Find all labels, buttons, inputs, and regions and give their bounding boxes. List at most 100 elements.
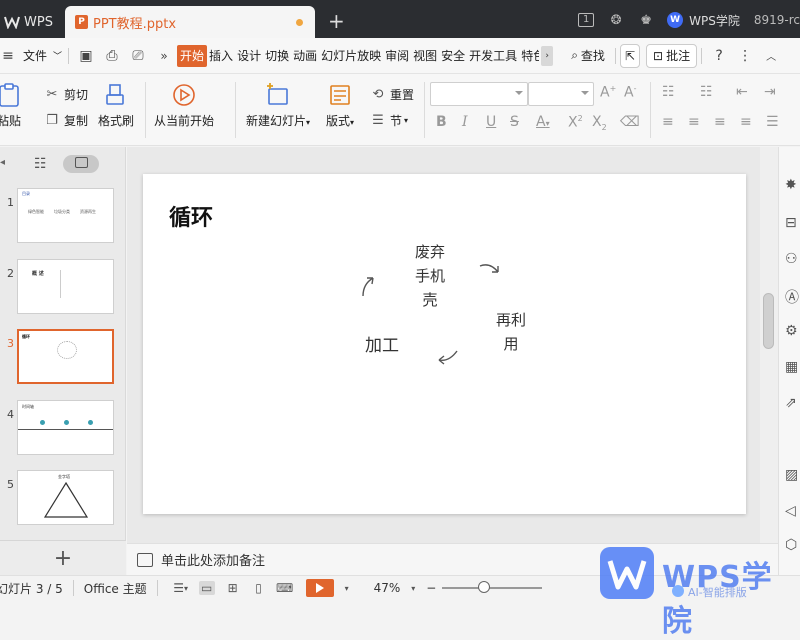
underline-icon[interactable]: U	[486, 114, 496, 130]
zoom-out-icon[interactable]: −	[426, 581, 436, 595]
bold-icon[interactable]: B	[436, 114, 447, 130]
tab-featured[interactable]: 特色	[519, 45, 539, 67]
slide-thumbnail[interactable]: 目录 绿色智能 垃圾分类 资源再生	[17, 188, 114, 243]
document-tab[interactable]: P PPT教程.pptx	[65, 6, 315, 38]
search-button[interactable]: ⌕ 查找	[565, 44, 611, 68]
tab-transition[interactable]: 切换	[263, 45, 291, 67]
indent-decrease-icon[interactable]: ⇤	[736, 84, 748, 100]
tab-animation[interactable]: 动画	[291, 45, 319, 67]
unsaved-dot-icon[interactable]	[296, 19, 303, 26]
align-center-icon[interactable]: ≡	[688, 114, 700, 130]
play-slideshow-button[interactable]	[305, 579, 334, 597]
increase-font-icon[interactable]: A+	[600, 84, 616, 101]
print-icon[interactable]: ⎚	[130, 48, 146, 64]
slide-thumbnail[interactable]: 概 述	[17, 259, 114, 314]
slide-thumbnail[interactable]: 时间轴	[17, 400, 114, 455]
justify-icon[interactable]: ≡	[740, 114, 752, 130]
cycle-node-reuse[interactable]: 再利 用	[488, 308, 534, 356]
cycle-node-discard[interactable]: 废弃 手机 壳	[405, 240, 455, 312]
tab-view[interactable]: 视图	[411, 45, 439, 67]
font-size-combo[interactable]	[528, 82, 594, 106]
strikethrough-icon[interactable]: S	[510, 114, 519, 130]
new-slide-button[interactable]: 新建幻灯片▾	[246, 82, 310, 129]
play-from-current-button[interactable]: 从当前开始	[154, 82, 214, 129]
play-options-icon[interactable]: ▾	[339, 581, 355, 595]
share-button[interactable]: ⇱	[619, 43, 640, 68]
export-pdf-icon[interactable]: ⎙	[104, 48, 120, 64]
font-color-icon[interactable]: A▾	[536, 114, 550, 130]
save-icon[interactable]: ▣	[78, 48, 94, 64]
tab-slideshow[interactable]: 幻灯片放映	[319, 45, 383, 67]
bullet-list-icon[interactable]: ☷	[662, 84, 675, 100]
copy-button[interactable]: ❐ 复制	[44, 112, 88, 129]
sound-icon[interactable]: ◁	[785, 503, 800, 519]
window-count-icon[interactable]: 1	[577, 11, 595, 29]
wps-college-button[interactable]: W WPS学院	[667, 12, 740, 29]
superscript-icon[interactable]: X2	[568, 114, 583, 131]
zoom-slider-knob[interactable]	[478, 581, 491, 593]
font-name-combo[interactable]	[430, 82, 528, 106]
font-style-icon[interactable]: Ⓐ	[785, 287, 800, 306]
presenter-view-icon[interactable]: ⌨	[276, 581, 293, 595]
help-icon[interactable]: ?	[711, 48, 727, 64]
object-icon[interactable]: ⊟	[785, 215, 800, 231]
subscript-icon[interactable]: X2	[592, 114, 607, 132]
format-painter-button[interactable]: 格式刷	[98, 82, 134, 129]
more-chevron-icon[interactable]: »	[156, 48, 172, 64]
file-menu[interactable]: 文件 ﹀	[21, 45, 64, 67]
slide-thumbnail-selected[interactable]: 循环	[17, 329, 114, 384]
numbered-list-icon[interactable]: ☷	[700, 84, 713, 100]
indent-increase-icon[interactable]: ⇥	[764, 84, 776, 100]
zoom-level[interactable]: 47%	[374, 581, 401, 595]
slide-thumbnail[interactable]: 金字塔	[17, 470, 114, 525]
outline-view-icon[interactable]: ☷	[34, 156, 47, 172]
add-slide-button[interactable]: +	[0, 540, 126, 575]
tabs-scroll-right-icon[interactable]: ›	[541, 45, 554, 66]
layout-button[interactable]: 版式▾	[326, 82, 354, 129]
image-icon[interactable]: ▨	[785, 467, 800, 483]
normal-view-icon[interactable]: ▭	[198, 581, 215, 595]
panel-collapse-arrow-icon[interactable]: ◂	[0, 157, 5, 168]
clear-format-icon[interactable]: ⌫	[620, 114, 640, 130]
reading-view-icon[interactable]: ▯	[251, 581, 267, 595]
wps-home-tab[interactable]: WPS	[0, 6, 62, 38]
slide-title[interactable]: 循环	[169, 200, 213, 232]
tab-security[interactable]: 安全	[439, 45, 467, 67]
skin-icon[interactable]: ♚	[637, 11, 655, 29]
animation-settings-icon[interactable]: ⚙	[785, 323, 800, 339]
tab-insert[interactable]: 插入	[207, 45, 235, 67]
zoom-options-icon[interactable]: ▾	[405, 581, 421, 595]
scrollbar-thumb[interactable]	[763, 293, 774, 349]
section-button[interactable]: ☰ 节 ▾	[370, 112, 408, 129]
effects-icon[interactable]: ✸	[785, 177, 800, 193]
collapse-ribbon-icon[interactable]: ︿	[763, 48, 779, 64]
thumbnail-view-toggle[interactable]	[63, 155, 99, 173]
tab-home[interactable]: 开始	[177, 44, 208, 67]
tab-design[interactable]: 设计	[235, 45, 263, 67]
current-slide[interactable]: 循环 废弃 手机 壳 再利 用 加工	[143, 174, 746, 514]
hamburger-menu-icon[interactable]: ≡	[0, 48, 16, 64]
reset-button[interactable]: ⟲ 重置	[370, 86, 414, 103]
theme-icon[interactable]: ❂	[607, 11, 625, 29]
new-tab-button[interactable]: +	[328, 10, 345, 32]
user-id-label[interactable]: 8919-rc	[754, 13, 800, 27]
cycle-node-process[interactable]: 加工	[355, 334, 409, 358]
shape-icon[interactable]: ⚇	[785, 251, 800, 267]
cut-button[interactable]: ✂ 剪切	[44, 86, 88, 103]
more-options-icon[interactable]: ⋮	[737, 48, 753, 64]
tab-review[interactable]: 审阅	[383, 45, 411, 67]
theme-label[interactable]: Office 主题	[84, 580, 147, 597]
distribute-icon[interactable]: ☰	[766, 114, 779, 130]
annotate-button[interactable]: ⊡ 批注	[646, 43, 698, 68]
zoom-slider[interactable]	[442, 581, 543, 593]
align-right-icon[interactable]: ≡	[714, 114, 726, 130]
paste-button[interactable]: 粘贴	[0, 82, 22, 129]
picture-icon[interactable]: ▦	[785, 359, 800, 375]
italic-icon[interactable]: I	[462, 114, 468, 130]
tab-developer[interactable]: 开发工具	[467, 45, 519, 67]
export-icon[interactable]: ⇗	[785, 395, 800, 411]
slide-sorter-view-icon[interactable]: ⊞	[225, 581, 241, 595]
notes-toggle-icon[interactable]: ☰ ▾	[173, 581, 189, 595]
decrease-font-icon[interactable]: A-	[624, 84, 636, 101]
align-left-icon[interactable]: ≡	[662, 114, 674, 130]
